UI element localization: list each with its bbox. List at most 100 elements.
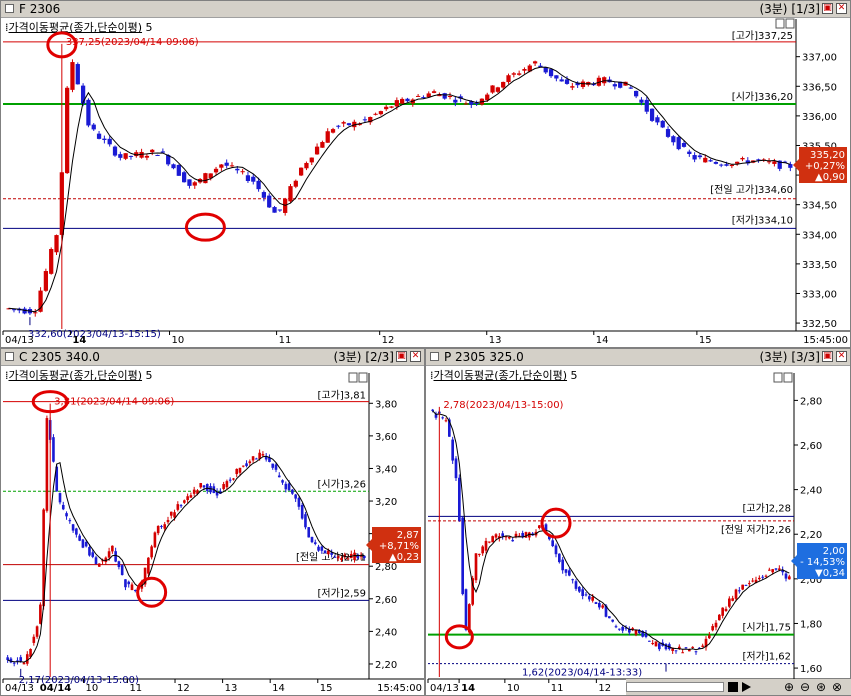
candle-body <box>19 657 23 662</box>
zoom-fit-icon[interactable]: ⊛ <box>816 680 826 694</box>
candle-body <box>88 547 91 556</box>
level-label-open: [시가]1,75 <box>743 622 791 634</box>
stop-button[interactable] <box>728 682 738 692</box>
candle-body <box>373 113 378 115</box>
zoom-reset-icon[interactable]: ⊗ <box>832 680 842 694</box>
candle-body <box>228 479 232 481</box>
candle-body <box>75 528 78 535</box>
price-box-price: 335,20 <box>810 150 845 161</box>
legend-toggle-button[interactable] <box>783 372 793 383</box>
candle-body <box>336 125 341 127</box>
legend-toggle-button[interactable] <box>348 372 358 383</box>
candle-body <box>54 235 59 253</box>
y-tick-label: 2,20 <box>800 530 822 541</box>
candle-body <box>97 563 101 567</box>
chart-area[interactable]: 2,80 2,60 2,40 2,202,00 1,80 1,60 [고가]2,28 [전일 … <box>426 349 850 695</box>
min-label: 1,62(2023/04/14-13:33) <box>522 668 642 679</box>
candle-body <box>91 124 96 130</box>
candle-body <box>35 626 39 637</box>
x-tick-label: 15 <box>699 335 712 346</box>
candle-body <box>333 556 337 558</box>
y-tick-label: 2,60 <box>800 441 822 452</box>
candle-body <box>232 478 235 480</box>
candle-body <box>578 586 581 592</box>
level-label-open: [시가]3,26 <box>318 478 366 490</box>
candle-body <box>708 635 711 639</box>
price-box-change: ▲0,23 <box>389 552 419 563</box>
candle-body <box>511 540 514 542</box>
candle-body <box>501 533 504 537</box>
candle-body <box>728 598 731 607</box>
candle-body <box>277 209 282 211</box>
candle-body <box>681 143 687 147</box>
candle-body <box>327 550 330 555</box>
legend-toggle-button[interactable] <box>358 372 368 383</box>
candle-body <box>114 551 117 562</box>
candle-body <box>118 154 123 158</box>
candle-body <box>568 570 571 576</box>
candle-body <box>235 468 239 475</box>
candle-body <box>474 553 478 581</box>
chart-panel-call: C 2305 340.0 (3분) [2/3] ▣ ✕ ⁞가격이동평균(종가,단… <box>0 348 425 696</box>
candle-body <box>291 489 294 494</box>
candle-body <box>788 164 793 168</box>
candle-body <box>65 513 68 517</box>
time-label: 15:45:00 <box>803 335 848 346</box>
level-label-high: [고가]3,81 <box>318 390 366 402</box>
x-tick-label: 04/13 <box>5 683 34 694</box>
candle-body <box>32 636 36 643</box>
candle-body <box>451 439 454 461</box>
candle-body <box>461 517 464 595</box>
trading-window: { "top": { "symbol": "F 2306", "period":… <box>0 0 851 696</box>
x-tick-label: 10 <box>507 683 520 694</box>
legend-toggle-button[interactable] <box>785 18 795 29</box>
price-box-change: ▼0,34 <box>815 568 845 579</box>
candle-body <box>225 481 229 488</box>
candle-body <box>748 583 751 585</box>
chart-area[interactable]: 3,803,603,403,203,002,802,602,402,20[고가]… <box>1 349 424 695</box>
y-tick-label: 334,50 <box>802 201 837 212</box>
candle-body <box>281 480 284 483</box>
candle-body <box>444 420 448 422</box>
legend-toggle-button[interactable] <box>775 18 785 29</box>
candle-body <box>274 464 278 470</box>
candle-body <box>494 534 498 538</box>
x-tick-label: 13 <box>489 335 502 346</box>
zoom-out-icon[interactable]: ⊖ <box>800 680 810 694</box>
candle-body <box>651 643 654 645</box>
candle-body <box>415 95 421 97</box>
candle-body <box>96 133 102 139</box>
candle-body <box>649 108 655 121</box>
candle-body <box>701 645 704 647</box>
candle-body <box>238 467 242 473</box>
scrollbar-track[interactable] <box>626 682 724 692</box>
candle-body <box>166 519 170 523</box>
candle-body <box>463 103 469 105</box>
legend-toggle-button[interactable] <box>773 372 783 383</box>
candle-body <box>442 93 447 99</box>
candle-body <box>751 580 754 582</box>
zoom-in-icon[interactable]: ⊕ <box>784 680 794 694</box>
candle-body <box>272 207 277 213</box>
candle-body <box>123 153 128 159</box>
candle-body <box>508 536 511 539</box>
candle-body <box>169 511 173 516</box>
play-button[interactable] <box>742 682 751 692</box>
candle-body <box>490 85 495 93</box>
candle-body <box>708 160 713 162</box>
candle-body <box>724 164 729 166</box>
y-tick-label: 334,00 <box>802 230 837 241</box>
candle-body <box>771 569 774 573</box>
chart-area[interactable]: 337,00336,50336,00335,50335,00334,50334,… <box>1 1 850 347</box>
x-tick-label: 12 <box>598 683 611 694</box>
x-tick-label: 10 <box>86 683 99 694</box>
candle-body <box>6 657 9 661</box>
candle-body <box>581 589 584 597</box>
level-label-high: [고가]337,25 <box>732 30 793 42</box>
candle-body <box>128 155 134 157</box>
candle-body <box>205 484 209 491</box>
candle-body <box>33 312 38 314</box>
candle-body <box>341 122 346 124</box>
candle-body <box>245 463 248 467</box>
max-label: 3,81(2023/04/14-09:06) <box>54 397 174 408</box>
